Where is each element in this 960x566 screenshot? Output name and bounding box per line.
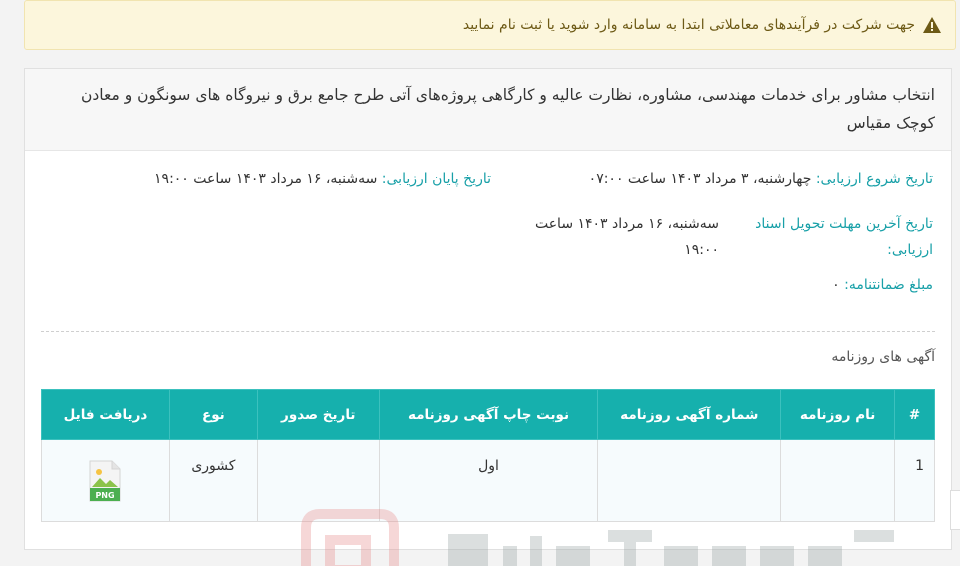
png-label: PNG [96, 491, 115, 500]
guarantee-value: ۰ [832, 277, 840, 293]
tender-card: انتخاب مشاور برای خدمات مهندسی، مشاوره، … [24, 68, 952, 550]
deadline-value: سه‌شنبه، ۱۶ مرداد ۱۴۰۳ ساعت ۱۹:۰۰ [534, 216, 719, 258]
end-date-label: تاریخ پایان ارزیابی: [381, 171, 491, 187]
news-section-title: آگهی های روزنامه [831, 349, 935, 365]
login-alert: جهت شرکت در فرآیندهای معاملاتی ابتدا به … [24, 0, 956, 50]
col-type: نوع [168, 389, 258, 440]
col-newspaper: نام روزنامه [780, 389, 896, 440]
guarantee-label: مبلغ ضمانتنامه: [844, 277, 933, 293]
col-issue-date: تاریخ صدور [256, 389, 380, 440]
guarantee-row: مبلغ ضمانتنامه: ۰ [832, 277, 933, 293]
end-date-row: تاریخ پایان ارزیابی: سه‌شنبه، ۱۶ مرداد ۱… [154, 171, 491, 187]
png-file-icon[interactable]: PNG [88, 460, 122, 502]
side-tab[interactable] [950, 490, 960, 530]
cell-type: کشوری [168, 439, 258, 522]
deadline-label: تاریخ آخرین مهلت تحویل اسناد ارزیابی: [755, 216, 933, 258]
start-date-value: چهارشنبه، ۳ مرداد ۱۴۰۳ ساعت ۰۷:۰۰ [588, 171, 812, 187]
tender-details: تاریخ شروع ارزیابی: چهارشنبه، ۳ مرداد ۱۴… [25, 151, 951, 331]
alert-text: جهت شرکت در فرآیندهای معاملاتی ابتدا به … [462, 17, 915, 33]
tender-title: انتخاب مشاور برای خدمات مهندسی، مشاوره، … [81, 86, 935, 132]
table-header-row: # نام روزنامه شماره آگهی روزنامه نوبت چا… [41, 389, 935, 440]
cell-num: 1 [894, 439, 935, 522]
col-print-turn: نوبت چاپ آگهی روزنامه [378, 389, 599, 440]
tender-header: انتخاب مشاور برای خدمات مهندسی، مشاوره، … [25, 69, 951, 151]
divider [41, 331, 935, 332]
end-date-value: سه‌شنبه، ۱۶ مرداد ۱۴۰۳ ساعت ۱۹:۰۰ [154, 171, 378, 187]
cell-download: PNG [41, 439, 170, 522]
col-download: دریافت فایل [41, 389, 170, 440]
col-num: # [894, 389, 935, 440]
watermark-logo [301, 509, 894, 566]
start-date-row: تاریخ شروع ارزیابی: چهارشنبه، ۳ مرداد ۱۴… [589, 171, 933, 187]
warning-icon [923, 17, 941, 33]
start-date-label: تاریخ شروع ارزیابی: [815, 171, 933, 187]
col-ad-number: شماره آگهی روزنامه [597, 389, 782, 440]
